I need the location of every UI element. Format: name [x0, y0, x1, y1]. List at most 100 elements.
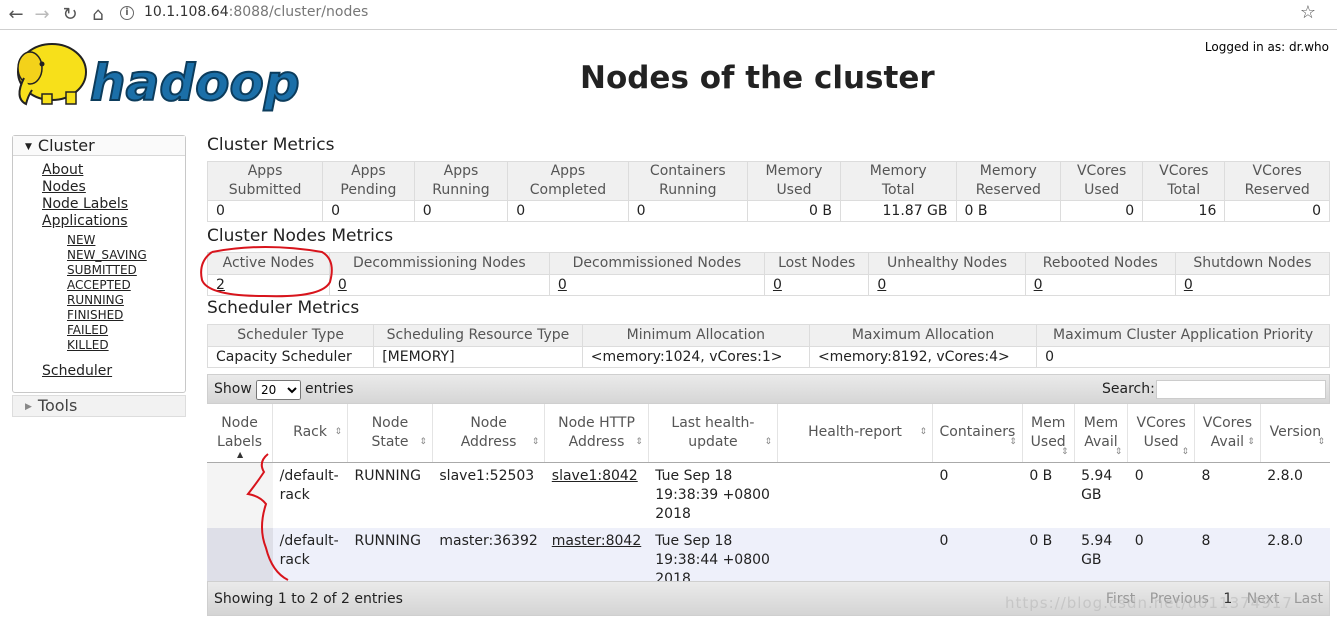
sidebar-link-applications[interactable]: Applications [42, 213, 185, 230]
cm-value: 0 [627, 200, 749, 222]
cm-header: Apps Completed [507, 161, 629, 201]
col-vcores-avail[interactable]: VCores Avail ⇕ [1194, 404, 1261, 463]
cm-header: VCores Reserved [1224, 161, 1330, 201]
entries-info: Showing 1 to 2 of 2 entries [214, 591, 403, 607]
col-node-labels[interactable]: Node Labels ▲ [207, 404, 274, 463]
active-nodes-link[interactable]: 2 [207, 274, 330, 296]
bookmark-star-icon[interactable]: ☆ [1300, 2, 1316, 23]
hadoop-logo: hadoop [12, 38, 312, 114]
col-node-http-address[interactable]: Node HTTP Address ⇕ [544, 404, 649, 463]
sidebar-link-running[interactable]: RUNNING [67, 293, 185, 308]
cell-mem-used: 0 B [1022, 462, 1075, 528]
nm-header: Decommissioning Nodes [328, 252, 550, 275]
cm-header: Memory Total [839, 161, 957, 201]
nm-header: Shutdown Nodes [1174, 252, 1331, 275]
sort-icon: ⇕ [531, 436, 540, 447]
expanded-triangle-icon: ▼ [25, 142, 32, 152]
sort-icon: ⇕ [1181, 446, 1189, 457]
cm-header: Apps Pending [322, 161, 415, 201]
node-metrics-table: Active Nodes Decommissioning Nodes Decom… [207, 252, 1331, 296]
sort-icon: ⇕ [334, 426, 343, 437]
forward-arrow-icon[interactable]: → [30, 3, 54, 27]
col-node-address[interactable]: Node Address ⇕ [432, 404, 546, 463]
sidebar-link-about[interactable]: About [42, 162, 185, 179]
entries-label: entries [305, 381, 354, 397]
cluster-metrics-table: Apps Submitted Apps Pending Apps Running Ap… [206, 161, 1330, 222]
page-size-select[interactable]: 20 [256, 380, 301, 400]
last-page-button[interactable]: Last [1294, 591, 1323, 607]
sm-value: [MEMORY] [373, 346, 583, 368]
nm-header: Active Nodes [207, 252, 330, 275]
sidebar-tools[interactable]: ▶ Tools [12, 395, 186, 417]
cm-value: 16 [1142, 200, 1226, 222]
col-version[interactable]: Version ⇕ [1260, 404, 1330, 463]
shutdown-nodes-link[interactable]: 0 [1174, 274, 1331, 296]
col-vcores-used[interactable]: VCores Used ⇕ [1127, 404, 1195, 463]
lost-nodes-link[interactable]: 0 [763, 274, 870, 296]
svg-text:hadoop: hadoop [90, 54, 300, 112]
sm-value: Capacity Scheduler [206, 346, 375, 368]
cm-value: 0 B [747, 200, 841, 222]
cell-labels [207, 462, 273, 528]
sidebar-link-failed[interactable]: FAILED [67, 323, 185, 338]
logged-in-label: Logged in as: dr.who [1204, 40, 1329, 54]
nodes-table: Node Labels ▲ Rack ⇕ Node State ⇕ Node Address… [207, 404, 1330, 593]
sort-icon: ⇕ [1247, 436, 1255, 447]
url-text: 10.1.108.64:8088/cluster/nodes [144, 4, 369, 20]
col-last-health-update[interactable]: Last health-update ⇕ [648, 404, 779, 463]
cell-rack: /default-rack [272, 462, 348, 528]
sidebar-link-accepted[interactable]: ACCEPTED [67, 278, 185, 293]
col-containers[interactable]: Containers ⇕ [932, 404, 1023, 463]
home-icon[interactable]: ⌂ [86, 3, 110, 27]
search-input[interactable] [1156, 380, 1326, 399]
collapsed-triangle-icon: ▶ [25, 402, 32, 412]
decommissioning-nodes-link[interactable]: 0 [328, 274, 550, 296]
sort-asc-icon: ▲ [236, 449, 244, 459]
sm-value: <memory:8192, vCores:4> [808, 346, 1038, 368]
page-title: Nodes of the cluster [580, 60, 935, 96]
unhealthy-nodes-link[interactable]: 0 [868, 274, 1026, 296]
cell-state: RUNNING [347, 462, 433, 528]
sidebar-link-submitted[interactable]: SUBMITTED [67, 263, 185, 278]
decommissioned-nodes-link[interactable]: 0 [548, 274, 765, 296]
hadoop-elephant-icon: hadoop [17, 43, 301, 113]
sidebar-link-scheduler[interactable]: Scheduler [42, 363, 185, 380]
cell-version: 2.8.0 [1260, 462, 1330, 528]
sidebar-link-killed[interactable]: KILLED [67, 338, 185, 353]
sidebar-link-nodes[interactable]: Nodes [42, 179, 185, 196]
cell-health-report [777, 462, 933, 528]
reload-icon[interactable]: ↻ [58, 3, 82, 27]
sidebar-link-new-saving[interactable]: NEW_SAVING [67, 248, 185, 263]
sort-icon: ⇕ [919, 426, 927, 437]
cm-value: 0 [507, 200, 629, 222]
nm-header: Rebooted Nodes [1024, 252, 1176, 275]
address-bar[interactable]: i 10.1.108.64:8088/cluster/nodes ☆ [114, 2, 1330, 26]
sort-icon: ⇕ [1061, 446, 1069, 457]
cm-value: 0 [413, 200, 509, 222]
cluster-metrics-title: Cluster Metrics [207, 135, 335, 155]
cm-value: 0 [206, 200, 324, 222]
rebooted-nodes-link[interactable]: 0 [1024, 274, 1176, 296]
col-health-report[interactable]: Health-report ⇕ [777, 404, 933, 463]
cluster-toggle[interactable]: ▼ Cluster [13, 136, 185, 156]
info-icon[interactable]: i [120, 6, 134, 20]
sm-header: Minimum Allocation [581, 324, 810, 347]
sidebar-link-node-labels[interactable]: Node Labels [42, 196, 185, 213]
col-node-state[interactable]: Node State ⇕ [347, 404, 433, 463]
nm-header: Lost Nodes [763, 252, 870, 275]
col-rack[interactable]: Rack ⇕ [272, 404, 349, 463]
cm-header: Memory Used [747, 161, 841, 201]
sort-icon: ⇕ [419, 436, 427, 447]
cm-value: 0 [1224, 200, 1330, 222]
search-label: Search: [1102, 381, 1155, 397]
node-http-link[interactable]: slave1:8042 [544, 462, 649, 528]
back-arrow-icon[interactable]: ← [4, 3, 28, 27]
col-mem-used[interactable]: Mem Used ⇕ [1022, 404, 1075, 463]
cell-vcores-avail: 8 [1194, 462, 1261, 528]
show-label: Show [214, 381, 252, 397]
sidebar-link-finished[interactable]: FINISHED [67, 308, 185, 323]
col-mem-avail[interactable]: Mem Avail ⇕ [1074, 404, 1129, 463]
sidebar-link-new[interactable]: NEW [67, 233, 185, 248]
sm-header: Scheduler Type [206, 324, 375, 347]
watermark: https://blog.csdn.net/u011374917 [1005, 594, 1293, 612]
